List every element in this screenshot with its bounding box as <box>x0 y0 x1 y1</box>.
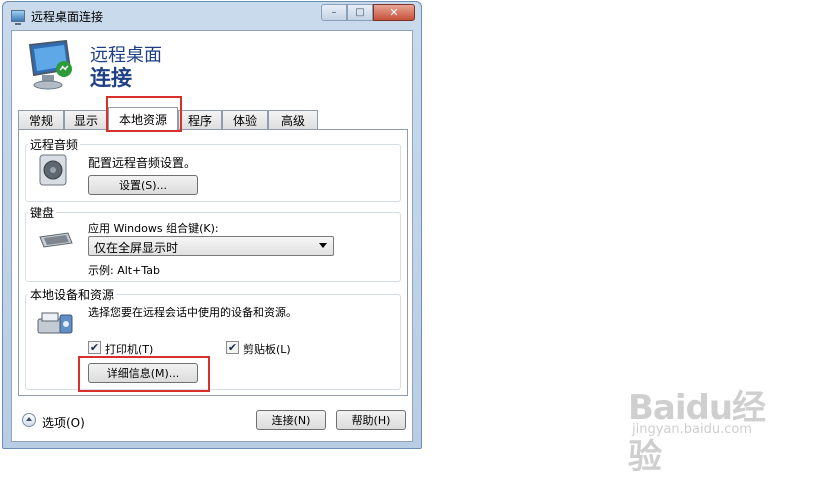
tab-general[interactable]: 常规 <box>18 110 64 129</box>
audio-group: 远程音频 配置远程音频设置。 设置(S)... <box>25 136 401 202</box>
remote-desktop-window: 远程桌面连接 – □ ✕ 远程桌面 连接 常规 显示 本地资源 程序 体验 高级… <box>2 1 422 449</box>
close-button[interactable]: ✕ <box>373 4 415 21</box>
clipboard-checkbox[interactable]: ✔ <box>226 341 239 354</box>
remote-desktop-app-icon <box>11 10 25 25</box>
tab-local-resources[interactable]: 本地资源 <box>108 107 178 130</box>
devices-description: 选择您要在远程会话中使用的设备和资源。 <box>88 306 297 319</box>
remote-desktop-monitor-icon <box>28 39 72 90</box>
windows-keys-select-value: 仅在全屏显示时 <box>94 241 179 255</box>
window-title: 远程桌面连接 <box>31 10 104 24</box>
local-resources-panel: 远程音频 配置远程音频设置。 设置(S)... 键盘 应用 Windows 组合… <box>18 129 408 396</box>
title-bar[interactable]: 远程桌面连接 – □ ✕ <box>3 2 421 30</box>
devices-icon <box>37 312 73 334</box>
watermark-url: jingyan.baidu.com <box>632 422 752 437</box>
keyboard-icon <box>39 232 73 248</box>
tab-programs[interactable]: 程序 <box>178 110 222 129</box>
speaker-icon <box>39 154 67 186</box>
chevron-down-icon <box>319 243 327 248</box>
printer-checkbox[interactable]: ✔ <box>88 341 101 354</box>
tab-experience[interactable]: 体验 <box>222 110 268 129</box>
window-controls: – □ ✕ <box>321 4 415 22</box>
maximize-button[interactable]: □ <box>347 4 373 21</box>
tab-advanced[interactable]: 高级 <box>268 110 318 129</box>
dialog-client: 远程桌面 连接 常规 显示 本地资源 程序 体验 高级 远程音频 配置远程音频设… <box>11 30 413 442</box>
audio-settings-button[interactable]: 设置(S)... <box>88 175 198 195</box>
keyboard-description: 应用 Windows 组合键(K): <box>88 222 219 235</box>
devices-group: 本地设备和资源 选择您要在远程会话中使用的设备和资源。 ✔ 打印机(T) ✔ 剪… <box>25 286 401 390</box>
clipboard-label[interactable]: 剪贴板(L) <box>243 341 291 357</box>
options-toggle[interactable]: 选项(O) <box>42 414 85 431</box>
baidu-watermark: Baidu经验 jingyan.baidu.com <box>628 380 788 477</box>
windows-keys-select[interactable]: 仅在全屏显示时 <box>88 236 334 256</box>
printer-label[interactable]: 打印机(T) <box>105 341 153 357</box>
audio-group-title: 远程音频 <box>28 136 81 153</box>
keyboard-example: 示例: Alt+Tab <box>88 264 160 277</box>
keyboard-group-title: 键盘 <box>28 204 57 221</box>
header-band: 远程桌面 连接 <box>12 31 412 99</box>
audio-description: 配置远程音频设置。 <box>88 156 197 170</box>
details-button[interactable]: 详细信息(M)... <box>88 363 198 383</box>
tab-display[interactable]: 显示 <box>64 110 108 129</box>
help-button[interactable]: 帮助(H) <box>336 410 406 430</box>
dialog-footer: 选项(O) 连接(N) 帮助(H) <box>12 401 412 443</box>
keyboard-group: 键盘 应用 Windows 组合键(K): 仅在全屏显示时 示例: Alt+Ta… <box>25 204 401 282</box>
connect-button[interactable]: 连接(N) <box>256 410 326 430</box>
devices-group-title: 本地设备和资源 <box>28 286 117 303</box>
header-title-line2: 连接 <box>90 66 132 90</box>
chevron-up-icon[interactable] <box>22 413 36 427</box>
minimize-button[interactable]: – <box>321 4 347 21</box>
